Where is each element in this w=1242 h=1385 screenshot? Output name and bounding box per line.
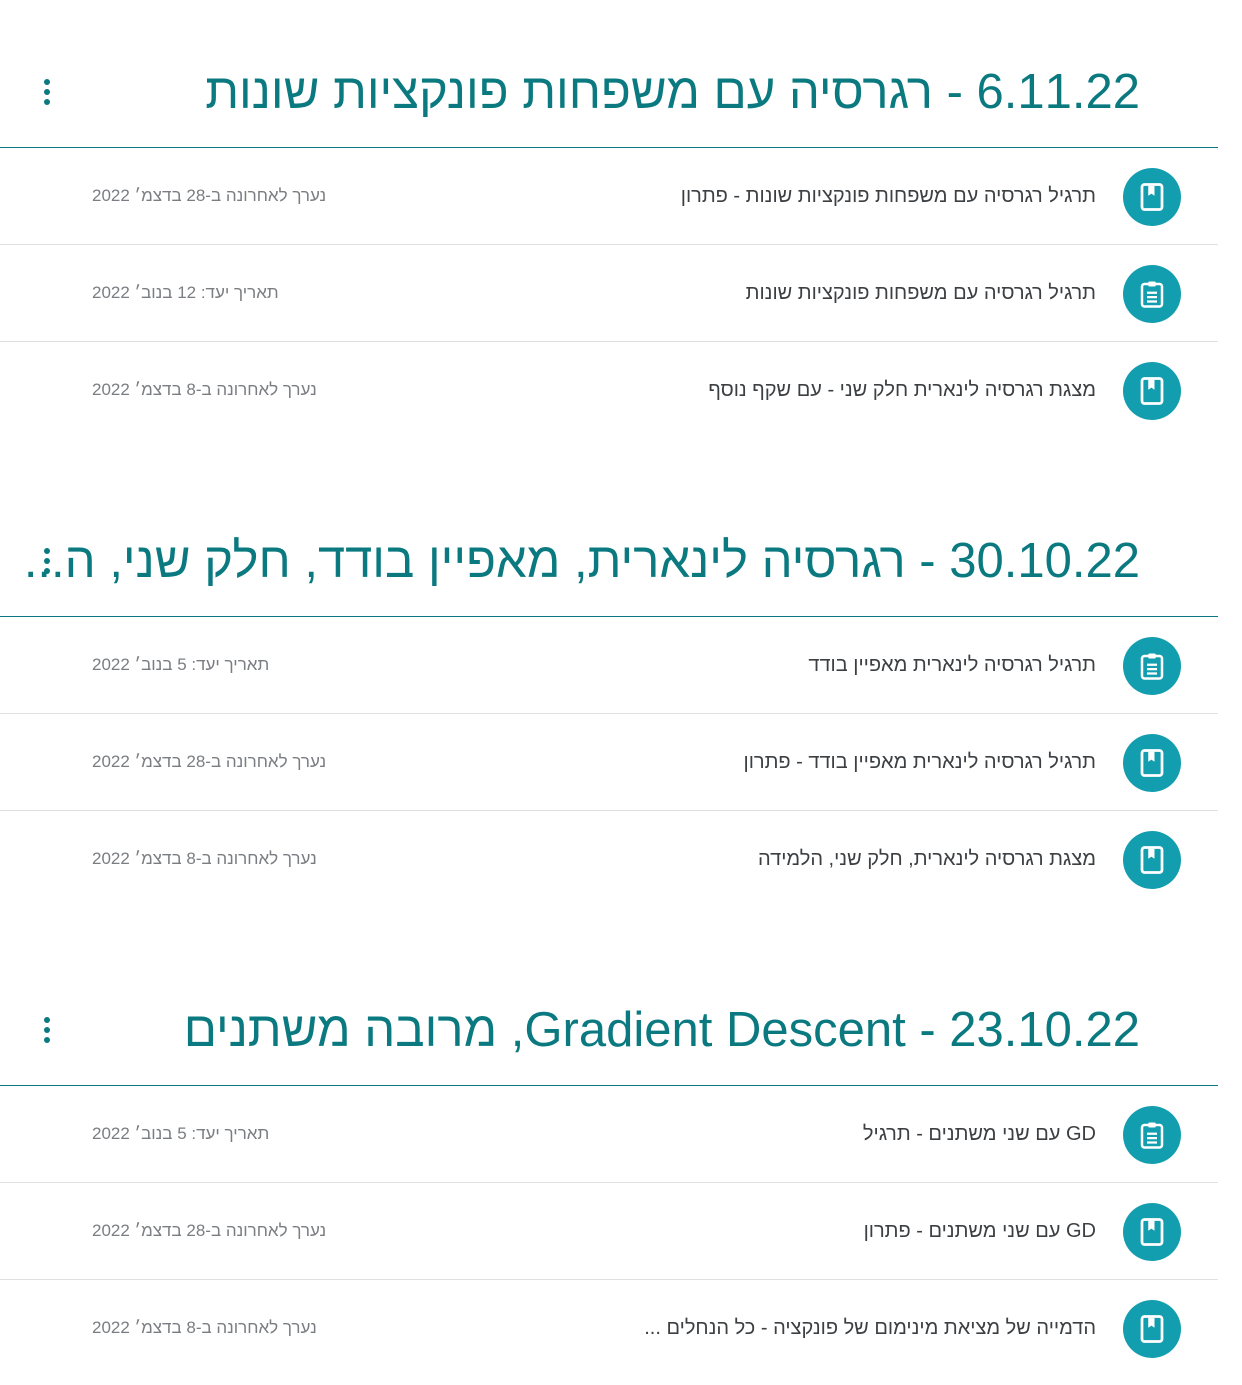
assignment-icon bbox=[1123, 265, 1181, 323]
topic-header: 23.10.22 - Gradient Descent, מרובה משתני… bbox=[0, 938, 1218, 1086]
assignment-icon bbox=[1123, 637, 1181, 695]
item-title[interactable]: תרגיל רגרסיה עם משפחות פונקציות שונות bbox=[746, 281, 1096, 305]
topic-section: 6.11.22 - רגרסיה עם משפחות פונקציות שונו… bbox=[0, 0, 1218, 439]
item-meta: נערך לאחרונה ב-28 בדצמ׳ 2022 bbox=[92, 186, 327, 205]
material-icon bbox=[1123, 1203, 1181, 1261]
topic-header: 30.10.22 - רגרסיה לינארית, מאפיין בודד, … bbox=[0, 469, 1218, 617]
menu-dot bbox=[44, 89, 50, 95]
classwork-item[interactable]: הדמייה של מציאת מינימום של פונקציה - כל … bbox=[0, 1280, 1218, 1377]
menu-dot bbox=[44, 79, 50, 85]
more-vert-icon[interactable] bbox=[34, 543, 60, 579]
item-meta: נערך לאחרונה ב-8 בדצמ׳ 2022 bbox=[92, 1318, 317, 1337]
classwork-item[interactable]: GD עם שני משתנים - תרגיל תאריך יעד: 5 בנו… bbox=[0, 1086, 1218, 1183]
item-meta: תאריך יעד: 5 בנוב׳ 2022 bbox=[92, 655, 270, 674]
material-icon bbox=[1123, 1300, 1181, 1358]
item-title[interactable]: GD עם שני משתנים - פתרון bbox=[864, 1219, 1096, 1243]
item-meta: תאריך יעד: 12 בנוב׳ 2022 bbox=[92, 283, 279, 302]
classwork-item[interactable]: GD עם שני משתנים - פתרון נערך לאחרונה ב-2… bbox=[0, 1183, 1218, 1280]
topic-title[interactable]: 23.10.22 - Gradient Descent, מרובה משתני… bbox=[184, 1000, 1140, 1060]
menu-dot bbox=[44, 1017, 50, 1023]
topic-section: 23.10.22 - Gradient Descent, מרובה משתני… bbox=[0, 938, 1218, 1377]
assignment-icon bbox=[1123, 1106, 1181, 1164]
classwork-page: 6.11.22 - רגרסיה עם משפחות פונקציות שונו… bbox=[0, 0, 1242, 1385]
material-icon bbox=[1123, 831, 1181, 889]
item-title[interactable]: GD עם שני משתנים - תרגיל bbox=[863, 1122, 1096, 1146]
item-title[interactable]: מצגת רגרסיה לינארית חלק שני - עם שקף נוס… bbox=[708, 378, 1096, 402]
item-meta: נערך לאחרונה ב-8 בדצמ׳ 2022 bbox=[92, 849, 317, 868]
classwork-item[interactable]: מצגת רגרסיה לינארית חלק שני - עם שקף נוס… bbox=[0, 342, 1218, 439]
classwork-item[interactable]: תרגיל רגרסיה לינארית מאפיין בודד תאריך יע… bbox=[0, 617, 1218, 714]
topic-section: 30.10.22 - רגרסיה לינארית, מאפיין בודד, … bbox=[0, 469, 1218, 908]
topic-title[interactable]: 6.11.22 - רגרסיה עם משפחות פונקציות שונו… bbox=[205, 62, 1140, 122]
item-meta: תאריך יעד: 5 בנוב׳ 2022 bbox=[92, 1124, 270, 1143]
topic-header: 6.11.22 - רגרסיה עם משפחות פונקציות שונו… bbox=[0, 0, 1218, 148]
classwork-item[interactable]: תרגיל רגרסיה עם משפחות פונקציות שונות - … bbox=[0, 148, 1218, 245]
item-title[interactable]: מצגת רגרסיה לינארית, חלק שני, הלמידה bbox=[758, 847, 1096, 871]
item-meta: נערך לאחרונה ב-8 בדצמ׳ 2022 bbox=[92, 380, 317, 399]
material-icon bbox=[1123, 168, 1181, 226]
item-title[interactable]: תרגיל רגרסיה עם משפחות פונקציות שונות - … bbox=[681, 184, 1096, 208]
topic-title[interactable]: 30.10.22 - רגרסיה לינארית, מאפיין בודד, … bbox=[24, 531, 1140, 591]
menu-dot bbox=[44, 548, 50, 554]
item-meta: נערך לאחרונה ב-28 בדצמ׳ 2022 bbox=[92, 1221, 327, 1240]
menu-dot bbox=[44, 1027, 50, 1033]
item-title[interactable]: תרגיל רגרסיה לינארית מאפיין בודד - פתרון bbox=[744, 750, 1097, 774]
menu-dot bbox=[44, 1037, 50, 1043]
more-vert-icon[interactable] bbox=[34, 74, 60, 110]
material-icon bbox=[1123, 362, 1181, 420]
more-vert-icon[interactable] bbox=[34, 1012, 60, 1048]
item-meta: נערך לאחרונה ב-28 בדצמ׳ 2022 bbox=[92, 752, 327, 771]
menu-dot bbox=[44, 568, 50, 574]
menu-dot bbox=[44, 558, 50, 564]
menu-dot bbox=[44, 99, 50, 105]
classwork-item[interactable]: תרגיל רגרסיה עם משפחות פונקציות שונות תאר… bbox=[0, 245, 1218, 342]
item-title[interactable]: תרגיל רגרסיה לינארית מאפיין בודד bbox=[808, 653, 1096, 677]
item-title[interactable]: הדמייה של מציאת מינימום של פונקציה - כל … bbox=[644, 1316, 1096, 1340]
material-icon bbox=[1123, 734, 1181, 792]
classwork-item[interactable]: תרגיל רגרסיה לינארית מאפיין בודד - פתרון… bbox=[0, 714, 1218, 811]
classwork-item[interactable]: מצגת רגרסיה לינארית, חלק שני, הלמידה נערך… bbox=[0, 811, 1218, 908]
